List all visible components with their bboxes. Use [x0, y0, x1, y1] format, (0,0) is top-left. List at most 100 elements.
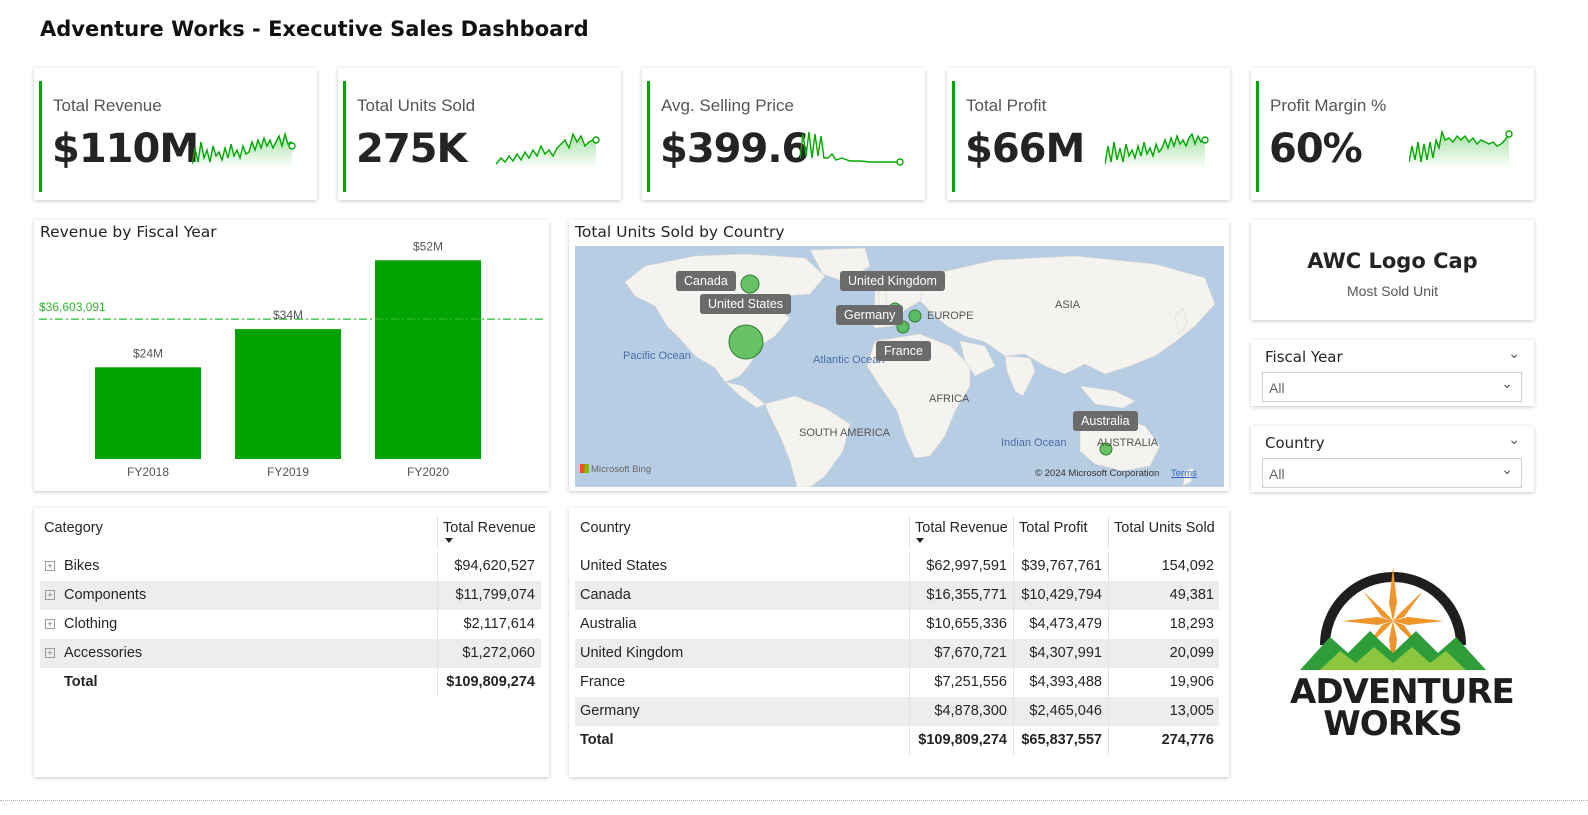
column-divider: [1108, 726, 1109, 755]
table-row[interactable]: Australia $10,655,336 $4,473,479 18,293: [575, 610, 1219, 639]
column-divider: [1108, 639, 1109, 668]
map-canvas[interactable]: Pacific Ocean Atlantic Ocean EUROPE ASIA…: [575, 246, 1224, 487]
kpi-accent-bar: [952, 81, 955, 192]
country-units: 18,293: [1169, 616, 1214, 632]
kpi-card-profit-margin[interactable]: Profit Margin % 60%: [1251, 68, 1534, 200]
kpi-card-total-units-sold[interactable]: Total Units Sold 275K: [338, 68, 621, 200]
bubble-united-states: [728, 324, 764, 360]
units-by-country-map[interactable]: Total Units Sold by Country Pacific Ocea…: [569, 220, 1229, 491]
expand-icon[interactable]: +: [45, 619, 55, 629]
country-name: Germany: [580, 703, 640, 719]
kpi-card-avg-selling-price[interactable]: Avg. Selling Price $399.6: [642, 68, 925, 200]
country-slicer[interactable]: Country ⌄ All ⌄: [1251, 426, 1534, 492]
table-row[interactable]: France $7,251,556 $4,393,488 19,906: [575, 668, 1219, 697]
bar-chart-canvas: $36,603,091 $24M FY2018 $34M FY2019 $52M FY20…: [39, 239, 544, 479]
expand-icon[interactable]: +: [45, 648, 55, 658]
map-title: Total Units Sold by Country: [575, 223, 785, 241]
map-label-south-america: SOUTH AMERICA: [799, 427, 891, 439]
expand-icon[interactable]: +: [45, 561, 55, 571]
table-total-row: Total $109,809,274: [40, 668, 541, 697]
kpi-card-total-profit[interactable]: Total Profit $66M: [947, 68, 1230, 200]
country-dropdown[interactable]: All ⌄: [1262, 458, 1522, 488]
column-divider: [437, 668, 438, 697]
bar-fy2020[interactable]: [375, 260, 481, 459]
category-name: Clothing: [64, 616, 118, 632]
column-divider: [437, 581, 438, 610]
table-row[interactable]: + Bikes $94,620,527: [40, 552, 541, 581]
chevron-down-icon: ⌄: [1501, 376, 1513, 392]
country-revenue: $4,878,300: [934, 703, 1007, 719]
revenue-by-fiscal-year-chart[interactable]: Revenue by Fiscal Year $36,603,091 $24M F…: [34, 220, 549, 491]
column-divider: [1108, 581, 1109, 610]
map-tag-united-states[interactable]: United States: [700, 294, 792, 314]
kpi-accent-bar: [1256, 81, 1259, 192]
chevron-down-icon: ⌄: [1501, 462, 1513, 478]
column-header-total-revenue[interactable]: Total Revenue: [443, 520, 536, 536]
most-sold-unit-caption: Most Sold Unit: [1346, 283, 1439, 299]
map-tag-france[interactable]: France: [876, 341, 931, 361]
sort-descending-icon[interactable]: [445, 538, 453, 543]
map-tag-australia[interactable]: Australia: [1073, 411, 1138, 431]
kpi-value: 60%: [1269, 126, 1363, 172]
bubble-canada: [740, 274, 760, 294]
column-divider: [437, 639, 438, 668]
kpi-label: Total Revenue: [53, 96, 162, 115]
map-tag-united-kingdom[interactable]: United Kingdom: [840, 271, 945, 291]
expand-icon[interactable]: +: [45, 590, 55, 600]
dropdown-value: All: [1269, 380, 1285, 396]
column-divider: [1013, 552, 1014, 581]
map-tag-germany[interactable]: Germany: [836, 305, 904, 325]
table-row[interactable]: United States $62,997,591 $39,767,761 15…: [575, 552, 1219, 581]
column-divider: [1013, 726, 1014, 755]
country-name: Canada: [580, 587, 631, 603]
bing-logo: Microsoft Bing: [580, 464, 651, 475]
total-label: Total: [580, 732, 614, 748]
column-header-total-revenue[interactable]: Total Revenue: [915, 520, 1008, 536]
country-profit: $4,307,991: [1029, 645, 1102, 661]
column-divider: [1108, 697, 1109, 726]
dropdown-value: All: [1269, 466, 1285, 482]
category-name: Accessories: [64, 645, 143, 661]
column-divider: [909, 668, 910, 697]
column-divider: [909, 726, 910, 755]
bar-fy2019[interactable]: [235, 329, 341, 459]
table-row[interactable]: Canada $16,355,771 $10,429,794 49,381: [575, 581, 1219, 610]
column-divider: [1013, 639, 1014, 668]
country-units: 20,099: [1169, 645, 1214, 661]
table-row[interactable]: + Clothing $2,117,614: [40, 610, 541, 639]
map-label-indian-ocean: Indian Ocean: [1001, 437, 1067, 449]
country-profit: $10,429,794: [1021, 587, 1102, 603]
map-tag-canada[interactable]: Canada: [676, 271, 736, 291]
country-profit: $4,473,479: [1029, 616, 1102, 632]
sort-descending-icon[interactable]: [916, 538, 924, 543]
total-units: 274,776: [1161, 732, 1214, 748]
column-header-country[interactable]: Country: [580, 520, 631, 536]
table-row[interactable]: United Kingdom $7,670,721 $4,307,991 20,…: [575, 639, 1219, 668]
category-revenue-table[interactable]: Category Total Revenue + Bikes $94,620,5…: [34, 508, 549, 777]
map-label-asia: ASIA: [1055, 299, 1081, 311]
column-header-total-units-sold[interactable]: Total Units Sold: [1114, 520, 1215, 536]
x-axis-tick-label: FY2018: [127, 465, 169, 479]
column-header-total-profit[interactable]: Total Profit: [1019, 520, 1088, 536]
chevron-down-icon[interactable]: ⌄: [1508, 432, 1520, 448]
page-bottom-divider: [0, 800, 1588, 801]
kpi-label: Total Profit: [966, 96, 1047, 115]
category-name: Bikes: [64, 558, 100, 574]
fiscal-year-slicer[interactable]: Fiscal Year ⌄ All ⌄: [1251, 340, 1534, 406]
chevron-down-icon[interactable]: ⌄: [1508, 346, 1520, 362]
map-label-atlantic: Atlantic Ocean: [813, 354, 885, 366]
country-metrics-table[interactable]: Country Total Revenue Total Profit Total…: [569, 508, 1229, 777]
kpi-card-total-revenue[interactable]: Total Revenue $110M: [34, 68, 317, 200]
map-terms-link[interactable]: Terms: [1171, 468, 1197, 479]
map-label-africa: AFRICA: [929, 393, 970, 405]
bar-data-label: $52M: [413, 239, 443, 253]
column-divider: [437, 610, 438, 639]
average-line-label: $36,603,091: [39, 300, 106, 314]
table-row[interactable]: + Components $11,799,074: [40, 581, 541, 610]
kpi-label: Avg. Selling Price: [661, 96, 794, 115]
table-row[interactable]: Germany $4,878,300 $2,465,046 13,005: [575, 697, 1219, 726]
fiscal-year-dropdown[interactable]: All ⌄: [1262, 372, 1522, 402]
column-header-category[interactable]: Category: [44, 520, 103, 536]
table-row[interactable]: + Accessories $1,272,060: [40, 639, 541, 668]
bar-fy2018[interactable]: [95, 367, 201, 459]
